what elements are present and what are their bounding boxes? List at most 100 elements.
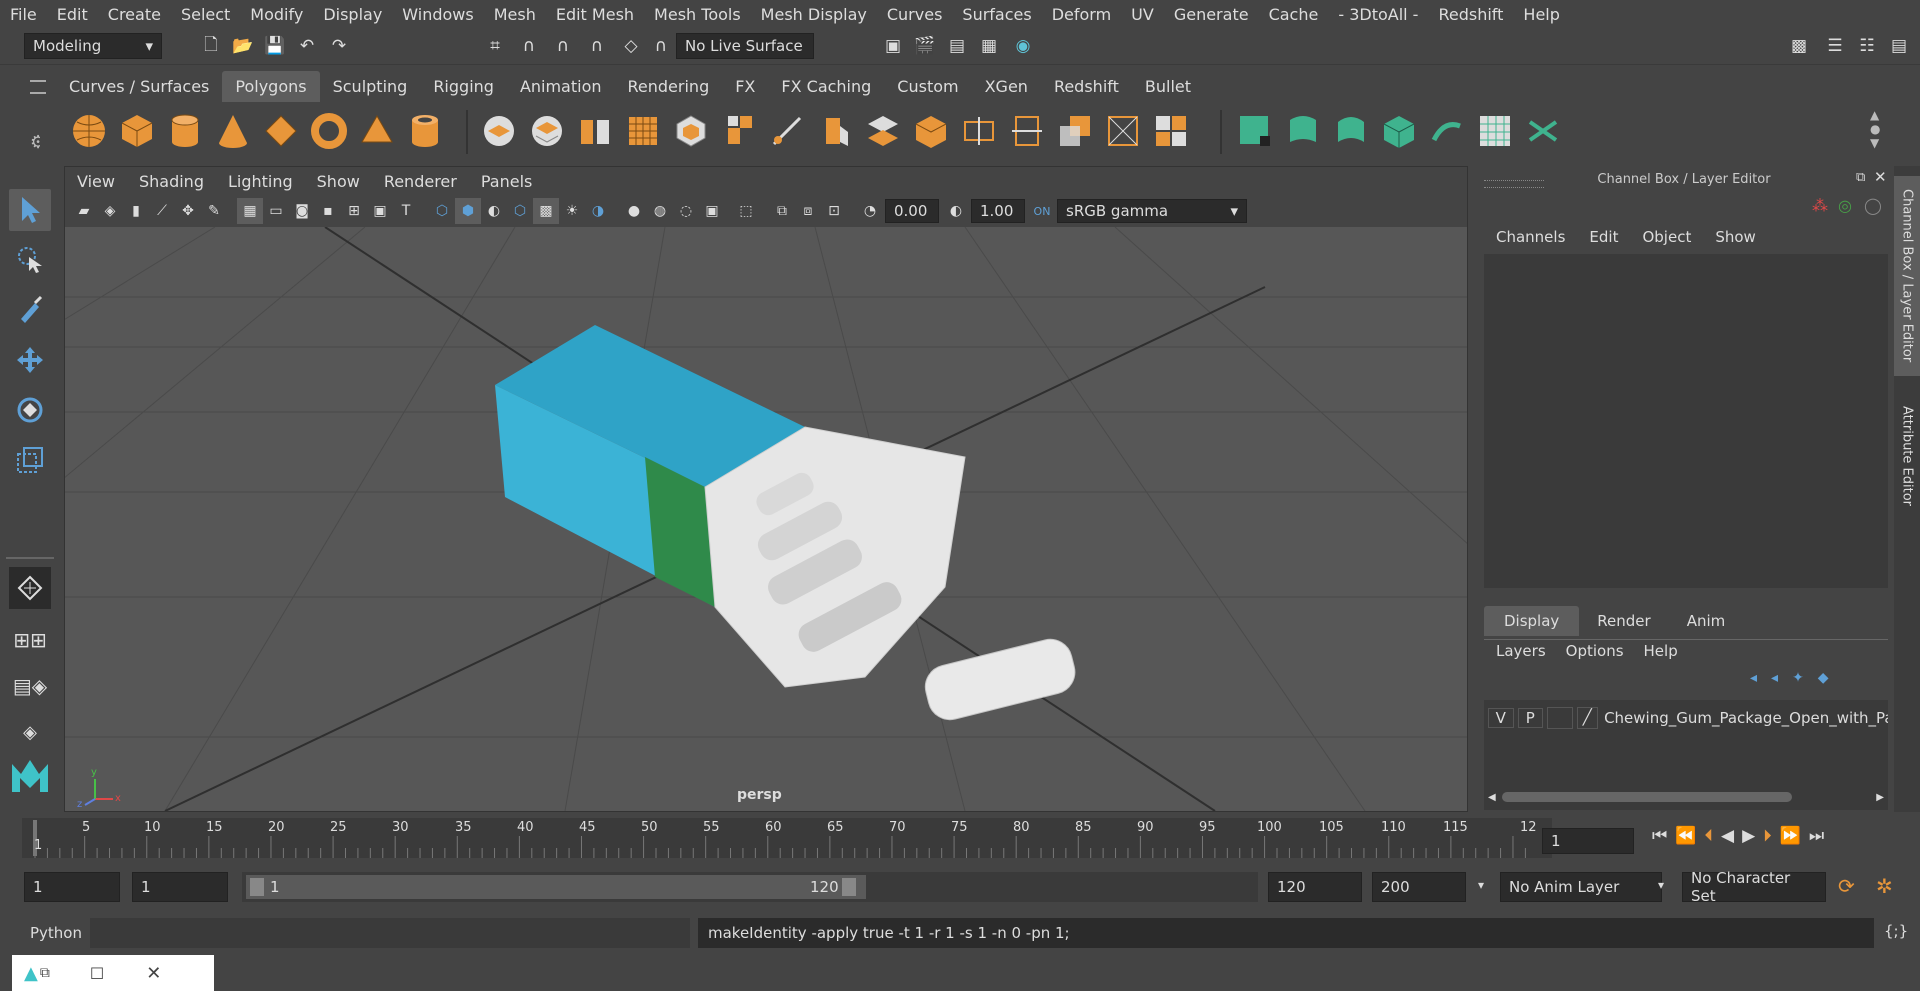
shelf-menu-icon[interactable] xyxy=(30,80,46,94)
menu-file[interactable]: File xyxy=(0,5,47,24)
menu-help[interactable]: Help xyxy=(1513,5,1569,24)
animation-end-field[interactable]: 200 xyxy=(1372,872,1466,902)
channel-box-toggle-icon[interactable]: ▤ xyxy=(1886,33,1912,59)
shelf-tab-custom[interactable]: Custom xyxy=(884,71,971,102)
channel-menu-object[interactable]: Object xyxy=(1630,228,1703,246)
menu-3dtoall[interactable]: - 3DtoAll - xyxy=(1328,5,1428,24)
viewport-menu-lighting[interactable]: Lighting xyxy=(216,172,305,191)
move-tool-icon[interactable] xyxy=(9,339,51,381)
layer-menu-layers[interactable]: Layers xyxy=(1486,642,1556,660)
smooth-icon[interactable] xyxy=(576,112,614,150)
shelf-tab-xgen[interactable]: XGen xyxy=(972,71,1041,102)
animation-start-field[interactable]: 1 xyxy=(24,872,120,902)
layer-tab-anim[interactable]: Anim xyxy=(1669,606,1744,636)
xray-joints-icon[interactable]: ◍ xyxy=(647,198,673,224)
menu-display[interactable]: Display xyxy=(313,5,392,24)
script-editor-icon[interactable]: {;} xyxy=(1884,922,1908,940)
tool-settings-icon[interactable]: ☷ xyxy=(1854,33,1880,59)
motion-blur-icon[interactable]: ⧈ xyxy=(795,198,821,224)
use-all-lights-icon[interactable]: ☀ xyxy=(559,198,585,224)
lasso-tool-icon[interactable] xyxy=(9,239,51,281)
snap-curve-icon[interactable]: ∩ xyxy=(516,33,542,59)
isolate-select-icon[interactable]: ⬚ xyxy=(733,198,759,224)
gamma-field[interactable]: 1.00 xyxy=(971,199,1025,223)
boolean-icon[interactable] xyxy=(1152,112,1190,150)
close-icon[interactable]: ✕ xyxy=(1874,168,1887,186)
field-chart-icon[interactable]: ⊞ xyxy=(341,198,367,224)
append-icon[interactable] xyxy=(912,112,950,150)
bevel-icon[interactable] xyxy=(816,112,854,150)
snap-point-icon[interactable]: ∩ xyxy=(550,33,576,59)
side-tab-channel-box[interactable]: Channel Box / Layer Editor xyxy=(1894,176,1920,376)
restore-window-icon[interactable]: ⧉ xyxy=(40,965,50,981)
poly-sphere-icon[interactable] xyxy=(70,112,108,150)
layer-tab-render[interactable]: Render xyxy=(1579,606,1668,636)
move-layer-up-icon[interactable]: ◂ xyxy=(1750,670,1771,686)
scroll-right-icon[interactable]: ▶ xyxy=(1876,792,1884,803)
mirror-icon[interactable] xyxy=(672,112,710,150)
viewport-menu-panels[interactable]: Panels xyxy=(469,172,545,191)
preferences-runner-icon[interactable]: ✲ xyxy=(1876,874,1893,898)
shelf-tab-redshift[interactable]: Redshift xyxy=(1041,71,1132,102)
chevron-down-icon[interactable]: ▾ xyxy=(1658,878,1664,892)
render-frame-icon[interactable]: 🎬 xyxy=(912,33,938,59)
float-panel-icon[interactable]: ⧉ xyxy=(1856,170,1865,185)
safe-title-icon[interactable]: T xyxy=(393,198,419,224)
uv-spherical-icon[interactable] xyxy=(1332,112,1370,150)
channel-menu-show[interactable]: Show xyxy=(1703,228,1767,246)
new-scene-icon[interactable]: 🗋 xyxy=(198,33,224,59)
undo-icon[interactable]: ↶ xyxy=(294,33,320,59)
menu-windows[interactable]: Windows xyxy=(392,5,483,24)
uv-cylindrical-icon[interactable] xyxy=(1284,112,1322,150)
auto-key-icon[interactable]: ⟳ xyxy=(1838,874,1855,898)
view-transform-dropdown[interactable]: sRGB gamma ▾ xyxy=(1057,199,1247,223)
poly-cone-icon[interactable] xyxy=(214,112,252,150)
four-view-layout-icon[interactable]: ⊞⊞ xyxy=(9,619,51,661)
resolution-gate-icon[interactable]: ◙ xyxy=(289,198,315,224)
shelf-tab-bullet[interactable]: Bullet xyxy=(1132,71,1204,102)
shelf-tab-fx-caching[interactable]: FX Caching xyxy=(768,71,884,102)
shelf-tab-polygons[interactable]: Polygons xyxy=(222,71,320,102)
uv-layout-icon[interactable] xyxy=(1524,112,1562,150)
wireframe-on-shaded-icon[interactable]: ◐ xyxy=(481,198,507,224)
layer-scrollbar[interactable]: ◀ ▶ xyxy=(1488,790,1884,804)
layer-menu-help[interactable]: Help xyxy=(1634,642,1688,660)
step-back-key-icon[interactable]: ⏴ xyxy=(1704,826,1713,846)
render-view-icon[interactable]: ▣ xyxy=(880,33,906,59)
shelf-scroll-arrows-icon[interactable]: ▲ ● ▼ xyxy=(1870,108,1880,150)
render-settings-icon[interactable]: ▦ xyxy=(976,33,1002,59)
menu-curves[interactable]: Curves xyxy=(877,5,953,24)
shelf-tab-sculpting[interactable]: Sculpting xyxy=(320,71,421,102)
uv-editor-icon[interactable] xyxy=(1476,112,1514,150)
minimized-window[interactable]: ▲ ⧉ ☐ ✕ xyxy=(12,955,214,991)
exposure-icon[interactable]: ◔ xyxy=(857,198,883,224)
range-slider-fill[interactable] xyxy=(246,875,866,899)
redo-icon[interactable]: ↷ xyxy=(326,33,352,59)
target-weld-icon[interactable] xyxy=(1056,112,1094,150)
shelf-tab-animation[interactable]: Animation xyxy=(507,71,615,102)
manipulator-axis-icon[interactable]: ⁂ xyxy=(1812,196,1828,215)
playback-end-field[interactable]: 120 xyxy=(1268,872,1362,902)
menu-uv[interactable]: UV xyxy=(1121,5,1164,24)
poly-torus-icon[interactable] xyxy=(310,112,348,150)
camera-select-icon[interactable]: ▰ xyxy=(71,198,97,224)
ipr-render-icon[interactable]: ▤ xyxy=(944,33,970,59)
command-input[interactable] xyxy=(90,918,690,948)
range-start-handle[interactable] xyxy=(250,878,264,896)
layer-playback-toggle[interactable]: P xyxy=(1517,708,1543,728)
menu-mesh-tools[interactable]: Mesh Tools xyxy=(644,5,751,24)
poly-cube-icon[interactable] xyxy=(118,112,156,150)
smooth-shade-icon[interactable]: ⬢ xyxy=(455,198,481,224)
exposure-field[interactable]: 0.00 xyxy=(885,199,939,223)
snap-view-icon[interactable]: ∩ xyxy=(584,33,610,59)
chevron-down-icon[interactable]: ▾ xyxy=(1478,878,1484,892)
channel-lock-icon[interactable]: ◯ xyxy=(1864,196,1882,215)
character-set-field[interactable]: No Character Set xyxy=(1682,869,1826,905)
select-tool-icon[interactable] xyxy=(9,189,51,231)
snap-magnet-icon[interactable]: ∩ xyxy=(648,33,674,59)
menu-generate[interactable]: Generate xyxy=(1164,5,1259,24)
xray-icon[interactable]: ● xyxy=(621,198,647,224)
step-forward-key-icon[interactable]: ⏵ xyxy=(1763,826,1772,846)
viewport-menu-shading[interactable]: Shading xyxy=(127,172,216,191)
layer-color-swatch-icon[interactable]: ╱ xyxy=(1576,707,1599,729)
